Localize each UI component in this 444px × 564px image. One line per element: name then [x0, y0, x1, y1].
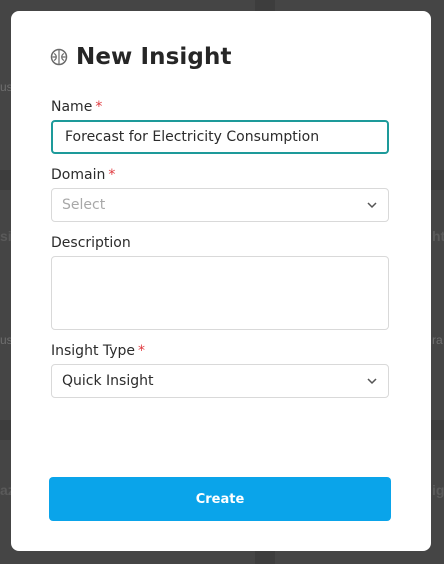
domain-select-placeholder: Select: [62, 197, 106, 213]
create-button[interactable]: Create: [49, 477, 391, 521]
name-label-text: Name: [51, 99, 93, 115]
required-marker: *: [108, 167, 116, 183]
domain-label: Domain *: [51, 167, 115, 183]
required-marker: *: [138, 343, 146, 359]
brain-icon: [50, 48, 68, 66]
name-label: Name *: [51, 99, 102, 115]
name-input-value: Forecast for Electricity Consumption: [65, 129, 320, 145]
insight-type-label-text: Insight Type: [51, 343, 136, 359]
required-marker: *: [95, 99, 103, 115]
domain-label-text: Domain: [51, 167, 106, 183]
background-text: ra: [432, 333, 443, 347]
description-textarea[interactable]: [51, 256, 389, 330]
chevron-down-icon: [366, 375, 378, 387]
background-text: si: [0, 228, 12, 244]
background-text: ht: [432, 228, 444, 244]
description-label: Description: [51, 235, 131, 251]
description-label-text: Description: [51, 235, 131, 251]
new-insight-dialog: New Insight Name * Forecast for Electrici…: [11, 11, 431, 551]
background-text: ig: [432, 482, 444, 498]
insight-type-select[interactable]: Quick Insight: [51, 364, 389, 398]
chevron-down-icon: [366, 199, 378, 211]
name-input[interactable]: Forecast for Electricity Consumption: [51, 120, 389, 154]
dialog-header: New Insight: [50, 44, 232, 70]
insight-type-value: Quick Insight: [62, 373, 154, 389]
dialog-title: New Insight: [76, 44, 232, 70]
domain-select[interactable]: Select: [51, 188, 389, 222]
insight-type-label: Insight Type *: [51, 343, 145, 359]
